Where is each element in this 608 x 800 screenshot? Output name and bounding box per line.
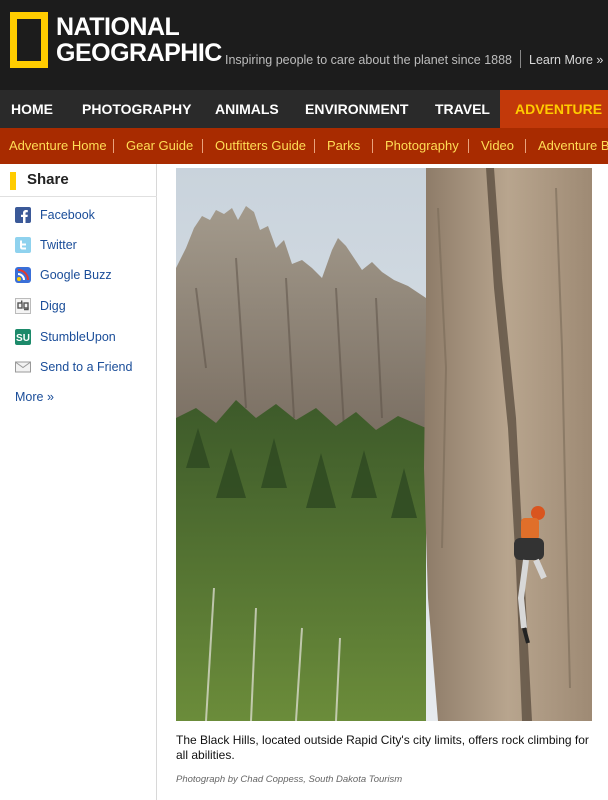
learn-more-link[interactable]: Learn More » (529, 53, 603, 67)
share-item-label: StumbleUpon (40, 330, 116, 344)
envelope-icon (15, 359, 31, 375)
divider (468, 139, 469, 153)
share-twitter[interactable]: Twitter (15, 236, 77, 254)
subnav-adventure-blog[interactable]: Adventure Bl (538, 128, 608, 164)
share-digg[interactable]: Digg (15, 297, 66, 315)
sub-navigation: Adventure Home Gear Guide Outfitters Gui… (0, 128, 608, 164)
divider (113, 139, 114, 153)
share-accent-bar (10, 172, 16, 190)
share-item-label: Digg (40, 299, 66, 313)
site-tagline: Inspiring people to care about the plane… (225, 53, 513, 67)
photo-credit: Photograph by Chad Coppess, South Dakota… (176, 774, 403, 785)
share-item-label: Twitter (40, 238, 77, 252)
site-logo[interactable]: NATIONAL GEOGRAPHIC (56, 14, 222, 66)
site-header: NATIONAL GEOGRAPHIC Inspiring people to … (0, 0, 608, 90)
nav-environment[interactable]: ENVIRONMENT (305, 90, 408, 128)
subnav-outfitters-guide[interactable]: Outfitters Guide (215, 128, 306, 164)
svg-text:SU: SU (16, 333, 30, 344)
share-header: Share (0, 168, 157, 194)
share-item-label: Facebook (40, 208, 95, 222)
subnav-video[interactable]: Video (481, 128, 514, 164)
photo-caption: The Black Hills, located outside Rapid C… (176, 733, 589, 762)
divider (0, 196, 157, 197)
google-buzz-icon (15, 267, 31, 283)
divider (202, 139, 203, 153)
digg-icon (15, 298, 31, 314)
subnav-photography[interactable]: Photography (385, 128, 459, 164)
share-facebook[interactable]: Facebook (15, 206, 95, 224)
divider (520, 50, 521, 68)
share-google-buzz[interactable]: Google Buzz (15, 266, 112, 284)
logo-line-national: NATIONAL (56, 13, 180, 41)
share-sidebar: Share Facebook Twitter Google Buzz Digg … (0, 164, 157, 800)
ng-yellow-border-logo-icon[interactable] (10, 12, 48, 68)
share-item-label: Send to a Friend (40, 360, 133, 374)
more-share-link[interactable]: More » (15, 390, 54, 404)
nav-photography[interactable]: PHOTOGRAPHY (82, 90, 191, 128)
rock-climber-photo (176, 168, 592, 721)
nav-animals[interactable]: ANIMALS (215, 90, 279, 128)
main-navigation: HOME PHOTOGRAPHY ANIMALS ENVIRONMENT TRA… (0, 90, 608, 128)
twitter-icon (15, 237, 31, 253)
feature-photo (176, 168, 592, 721)
divider (525, 139, 526, 153)
nav-home[interactable]: HOME (11, 90, 53, 128)
share-stumbleupon[interactable]: SU StumbleUpon (15, 328, 116, 346)
share-item-label: Google Buzz (40, 268, 112, 282)
divider (314, 139, 315, 153)
logo-line-geographic: GEOGRAPHIC (56, 39, 222, 67)
share-title: Share (27, 171, 69, 188)
nav-travel[interactable]: TRAVEL (435, 90, 490, 128)
share-send-to-friend[interactable]: Send to a Friend (15, 358, 132, 376)
subnav-gear-guide[interactable]: Gear Guide (126, 128, 193, 164)
facebook-icon (15, 207, 31, 223)
nav-adventure[interactable]: ADVENTURE (500, 90, 608, 128)
divider (372, 139, 373, 153)
subnav-parks[interactable]: Parks (327, 128, 360, 164)
subnav-adventure-home[interactable]: Adventure Home (9, 128, 107, 164)
stumbleupon-icon: SU (15, 329, 31, 345)
